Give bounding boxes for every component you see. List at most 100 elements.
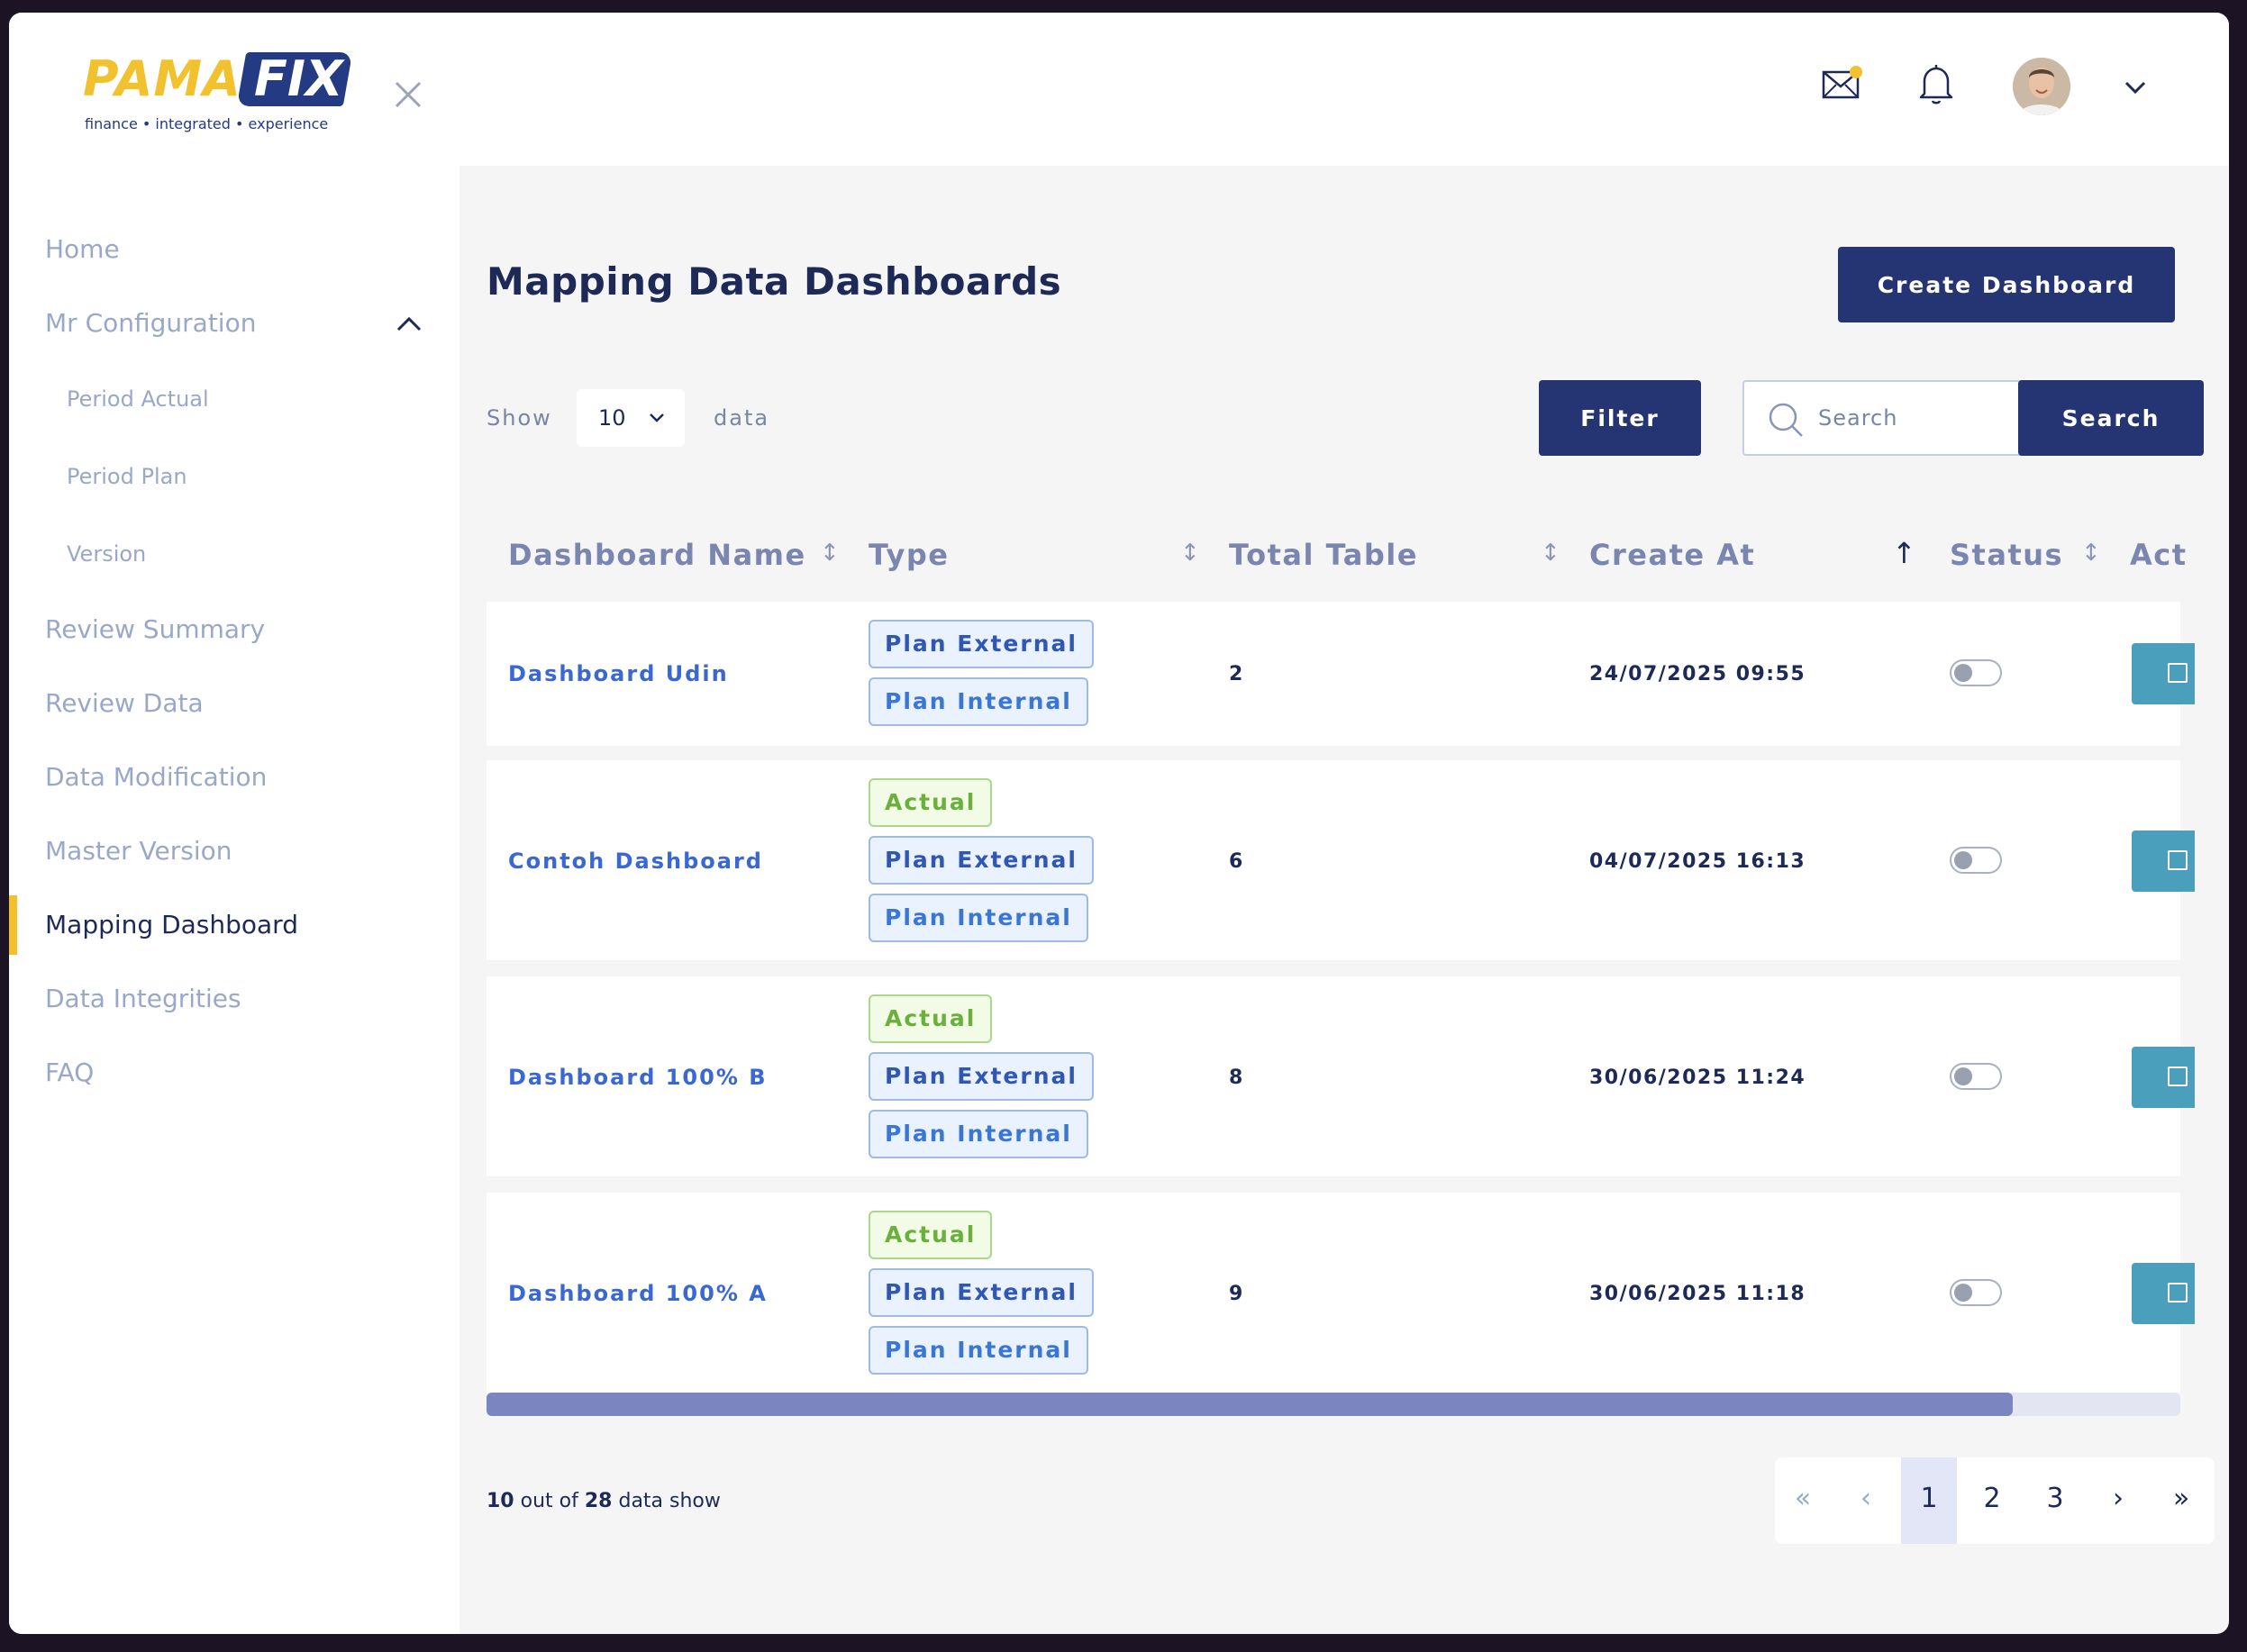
sidebar-item-data-modification[interactable]: Data Modification (9, 740, 459, 814)
dashboard-name-link[interactable]: Dashboard 100% A (508, 1281, 768, 1306)
sidebar-item-review-data[interactable]: Review Data (9, 667, 459, 740)
bell-icon[interactable] (1914, 61, 1959, 106)
toggle-knob (1954, 1067, 1972, 1085)
table-header: Dashboard Name ↕ Type ↕ Total Table ↕ Cr… (487, 508, 2186, 602)
sidebar-item-mr-configuration[interactable]: Mr Configuration (9, 286, 459, 360)
dashboard-name-link[interactable]: Contoh Dashboard (508, 849, 763, 874)
sidebar-item-data-integrities[interactable]: Data Integrities (9, 962, 459, 1036)
type-badge: Plan External (869, 1052, 1094, 1101)
toggle-knob (1954, 1284, 1972, 1302)
edit-icon (2168, 850, 2188, 870)
search-button[interactable]: Search (2018, 380, 2204, 456)
table-row: Contoh Dashboard Actual Plan External Pl… (487, 760, 2195, 960)
shown-count: 10 (487, 1490, 514, 1512)
type-badge: Plan Internal (869, 1110, 1088, 1158)
sidebar-item-version[interactable]: Version (9, 515, 459, 593)
results-summary: 10 out of 28 data show (487, 1490, 721, 1512)
out-of-label: out of (520, 1490, 578, 1512)
logo-word-right: FIX (254, 50, 343, 107)
sort-icon[interactable]: ↕ (2081, 508, 2101, 598)
create-at-value: 30/06/2025 11:24 (1589, 1067, 1806, 1089)
sidebar-item-master-version[interactable]: Master Version (9, 814, 459, 888)
column-header-status[interactable]: Status (1950, 508, 2063, 602)
sidebar-nav: Home Mr Configuration Period Actual Peri… (9, 213, 459, 1110)
last-page-button[interactable]: » (2153, 1457, 2209, 1544)
search-icon (1766, 400, 1806, 440)
create-at-value: 30/06/2025 11:18 (1589, 1283, 1806, 1305)
close-icon[interactable] (386, 72, 431, 117)
type-badge: Actual (869, 778, 993, 827)
edit-icon (2168, 663, 2188, 683)
total-table-value: 9 (1229, 1283, 1243, 1305)
page-button-1[interactable]: 1 (1901, 1457, 1957, 1544)
total-table-value: 8 (1229, 1067, 1243, 1089)
sort-icon[interactable]: ↕ (1180, 508, 1200, 598)
sidebar-item-label: Mr Configuration (45, 308, 257, 338)
column-header-action[interactable]: Act (2130, 508, 2188, 602)
edit-button[interactable] (2132, 1047, 2195, 1108)
horizontal-scrollbar-thumb[interactable] (487, 1393, 2013, 1416)
logo-tagline: finance • integrated • experience (85, 115, 329, 132)
status-toggle[interactable] (1950, 1279, 2002, 1306)
data-show-label: data show (618, 1490, 721, 1512)
column-header-type[interactable]: Type (869, 508, 950, 602)
total-count: 28 (584, 1490, 613, 1512)
type-badge: Actual (869, 994, 993, 1043)
type-badge: Plan External (869, 620, 1094, 668)
column-header-total-table[interactable]: Total Table (1229, 508, 1418, 602)
create-dashboard-button[interactable]: Create Dashboard (1838, 247, 2175, 322)
column-header-create-at[interactable]: Create At (1589, 508, 1755, 602)
dashboard-table: Dashboard Name ↕ Type ↕ Total Table ↕ Cr… (487, 508, 2202, 1400)
next-page-button[interactable]: › (2090, 1457, 2146, 1544)
prev-page-button[interactable]: ‹ (1838, 1457, 1894, 1544)
avatar[interactable] (2013, 58, 2070, 115)
create-at-value: 24/07/2025 09:55 (1589, 663, 1806, 685)
type-badge: Plan Internal (869, 894, 1088, 942)
create-at-value: 04/07/2025 16:13 (1589, 850, 1806, 873)
sidebar: PAMA FIX finance • integrated • experien… (9, 13, 459, 1634)
main-content: Mapping Data Dashboards Create Dashboard… (459, 166, 2229, 1634)
sidebar-item-period-plan[interactable]: Period Plan (9, 438, 459, 515)
first-page-button[interactable]: « (1775, 1457, 1831, 1544)
chevron-down-icon[interactable] (2117, 68, 2153, 104)
edit-button[interactable] (2132, 831, 2195, 892)
total-table-value: 6 (1229, 850, 1243, 873)
chevron-up-icon[interactable] (395, 286, 423, 390)
page-title: Mapping Data Dashboards (487, 259, 1062, 304)
sidebar-item-period-actual[interactable]: Period Actual (9, 360, 459, 438)
column-header-dashboard-name[interactable]: Dashboard Name (508, 508, 806, 602)
type-badge: Actual (869, 1211, 993, 1259)
table-row: Dashboard Udin Plan External Plan Intern… (487, 602, 2195, 746)
page-size-select[interactable]: 10 (577, 389, 685, 447)
sidebar-item-review-summary[interactable]: Review Summary (9, 593, 459, 667)
toggle-knob (1954, 851, 1972, 869)
sidebar-item-home[interactable]: Home (9, 213, 459, 286)
chevron-down-icon (647, 389, 667, 469)
logo: PAMA FIX finance • integrated • experien… (74, 40, 362, 139)
status-toggle[interactable] (1950, 847, 2002, 874)
app-window: PAMA FIX finance • integrated • experien… (9, 13, 2229, 1634)
edit-icon (2168, 1067, 2188, 1086)
table-row: Dashboard 100% B Actual Plan External Pl… (487, 976, 2195, 1176)
page-size-value: 10 (598, 405, 626, 431)
type-badge: Plan Internal (869, 677, 1088, 726)
page-button-2[interactable]: 2 (1964, 1457, 2020, 1544)
dashboard-name-link[interactable]: Dashboard 100% B (508, 1065, 768, 1090)
show-label: Show (487, 405, 552, 431)
edit-button[interactable] (2132, 643, 2195, 704)
filter-button[interactable]: Filter (1539, 380, 1701, 456)
edit-button[interactable] (2132, 1263, 2195, 1324)
sort-icon[interactable]: ↕ (1541, 508, 1560, 598)
sidebar-item-faq[interactable]: FAQ (9, 1036, 459, 1110)
sidebar-item-mapping-dashboard[interactable]: Mapping Dashboard (9, 888, 459, 962)
top-header (459, 13, 2229, 166)
data-label: data (714, 405, 770, 431)
status-toggle[interactable] (1950, 659, 2002, 686)
status-toggle[interactable] (1950, 1063, 2002, 1090)
sort-ascending-icon[interactable]: ↑ (1892, 508, 1916, 598)
sort-icon[interactable]: ↕ (820, 508, 840, 598)
type-badge: Plan External (869, 836, 1094, 885)
mail-icon[interactable] (1820, 61, 1865, 106)
dashboard-name-link[interactable]: Dashboard Udin (508, 661, 729, 686)
page-button-3[interactable]: 3 (2027, 1457, 2083, 1544)
